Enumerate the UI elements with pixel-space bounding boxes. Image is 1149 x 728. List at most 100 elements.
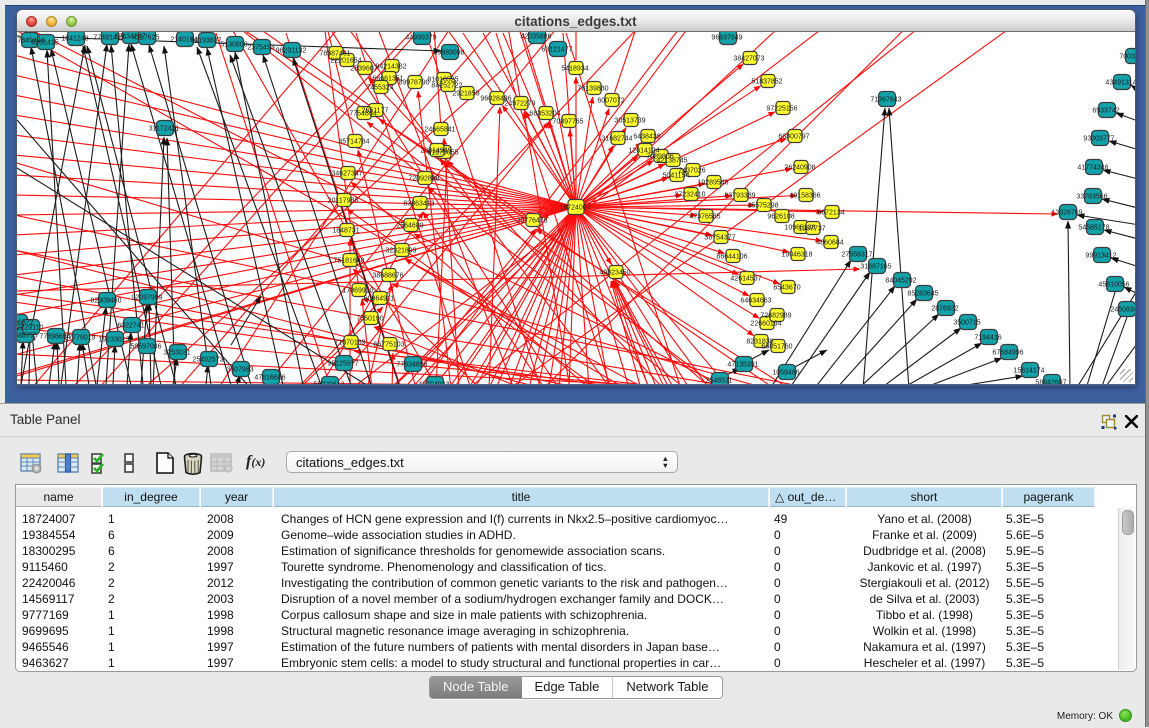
svg-text:84045292: 84045292	[885, 277, 916, 284]
svg-text:7003042: 7003042	[1119, 53, 1135, 60]
svg-text:2229110: 2229110	[17, 324, 43, 331]
svg-text:64193837: 64193837	[190, 37, 221, 44]
svg-text:54585178: 54585178	[1078, 224, 1109, 231]
svg-text:31682744: 31682744	[601, 135, 632, 142]
svg-text:22660194: 22660194	[750, 320, 781, 327]
svg-text:1848731: 1848731	[332, 227, 359, 234]
svg-text:24972279: 24972279	[504, 100, 535, 107]
svg-text:2839607: 2839607	[350, 65, 377, 72]
svg-text:43704923: 43704923	[418, 381, 449, 384]
svg-text:5418934: 5418934	[561, 65, 588, 72]
svg-text:60864911: 60864911	[363, 295, 394, 302]
svg-text:68353204: 68353204	[529, 110, 560, 117]
svg-text:38427073: 38427073	[733, 55, 764, 62]
svg-text:2876932: 2876932	[931, 305, 958, 312]
svg-text:27778019: 27778019	[64, 334, 95, 341]
svg-text:38754377: 38754377	[704, 234, 735, 241]
svg-text:47135391: 47135391	[727, 361, 758, 368]
svg-text:43491314: 43491314	[1105, 79, 1135, 86]
svg-text:49823450: 49823450	[599, 269, 630, 276]
svg-text:5130808: 5130808	[220, 41, 247, 48]
svg-text:31687165: 31687165	[860, 263, 891, 270]
svg-text:24665841: 24665841	[424, 126, 455, 133]
svg-text:98231132: 98231132	[275, 47, 306, 54]
svg-text:45575298: 45575298	[747, 202, 778, 209]
svg-text:13326769: 13326769	[1051, 209, 1082, 216]
svg-text:7754864: 7754864	[349, 110, 376, 117]
svg-text:27232410: 27232410	[674, 191, 705, 198]
svg-text:18724007: 18724007	[559, 204, 590, 211]
svg-text:2564689: 2564689	[396, 222, 423, 229]
svg-text:42138745: 42138745	[656, 157, 687, 164]
svg-text:45810056: 45810056	[1098, 281, 1129, 288]
svg-text:97225156: 97225156	[766, 105, 797, 112]
svg-text:25492573: 25492573	[192, 356, 223, 363]
svg-text:2921859: 2921859	[452, 90, 479, 97]
svg-text:71070189: 71070189	[334, 339, 365, 346]
svg-text:4860684: 4860684	[816, 239, 843, 246]
svg-text:28814949: 28814949	[420, 147, 451, 154]
svg-text:66775103: 66775103	[373, 341, 404, 348]
svg-text:40158366: 40158366	[789, 192, 820, 199]
svg-text:99889098: 99889098	[433, 49, 464, 56]
svg-text:6022741: 6022741	[117, 322, 144, 329]
svg-text:1059486: 1059486	[772, 369, 799, 376]
svg-text:33763566: 33763566	[1076, 193, 1107, 200]
svg-text:7194416: 7194416	[974, 334, 1001, 341]
svg-text:19046318: 19046318	[781, 251, 812, 258]
svg-text:78139880: 78139880	[577, 85, 608, 92]
svg-text:38688676: 38688676	[372, 272, 403, 279]
svg-text:67684996: 67684996	[992, 349, 1023, 356]
svg-text:24508349: 24508349	[1110, 306, 1135, 313]
svg-text:51837852: 51837852	[751, 78, 782, 85]
svg-text:72682989: 72682989	[760, 312, 791, 319]
svg-text:42614537: 42614537	[730, 275, 761, 282]
svg-text:68800797: 68800797	[778, 133, 809, 140]
svg-text:9626108: 9626108	[767, 213, 794, 220]
svg-text:15614174: 15614174	[1013, 367, 1044, 374]
svg-text:7455324: 7455324	[366, 84, 393, 91]
svg-text:19233013: 19233013	[98, 336, 129, 343]
svg-text:75181648: 75181648	[333, 257, 364, 264]
svg-text:58942697: 58942697	[1035, 379, 1066, 384]
svg-text:4117625: 4117625	[132, 34, 159, 41]
svg-text:44999379: 44999379	[405, 34, 436, 41]
svg-text:3607983: 3607983	[226, 366, 253, 373]
svg-text:77834855: 77834855	[396, 361, 427, 368]
svg-text:63121477: 63121477	[541, 46, 572, 53]
svg-text:72092888: 72092888	[408, 175, 439, 182]
svg-text:83793389: 83793389	[724, 192, 755, 199]
svg-text:3500715: 3500715	[953, 319, 980, 326]
svg-text:27558317: 27558317	[841, 251, 872, 258]
svg-text:30776478: 30776478	[516, 217, 547, 224]
svg-text:19289546: 19289546	[697, 179, 728, 186]
svg-text:84252722: 84252722	[431, 82, 462, 89]
svg-text:32321899: 32321899	[385, 247, 416, 254]
svg-text:92097999: 92097999	[131, 294, 162, 301]
svg-text:6261415: 6261415	[31, 39, 58, 46]
svg-text:64634663: 64634663	[740, 297, 771, 304]
svg-text:42035886: 42035886	[520, 33, 551, 40]
svg-text:56020613: 56020613	[313, 381, 344, 384]
svg-text:8688755: 8688755	[17, 332, 38, 339]
svg-text:35714784: 35714784	[338, 138, 369, 145]
svg-text:47816686: 47816686	[254, 374, 285, 381]
svg-text:86644106: 86644106	[716, 253, 747, 260]
svg-text:82909480: 82909480	[90, 297, 121, 304]
svg-text:66851760: 66851760	[761, 343, 792, 350]
svg-text:6672134: 6672134	[817, 209, 844, 216]
svg-text:34627347: 34627347	[331, 170, 362, 177]
svg-text:6007072: 6007072	[597, 97, 624, 104]
svg-text:99913412: 99913412	[1085, 252, 1116, 259]
svg-text:2437026: 2437026	[678, 167, 705, 174]
svg-text:31172421: 31172421	[148, 125, 179, 132]
svg-text:7550190: 7550190	[356, 315, 383, 322]
svg-text:6543670: 6543670	[773, 284, 800, 291]
svg-text:6933742: 6933742	[1092, 107, 1119, 114]
svg-text:94214382: 94214382	[375, 63, 406, 70]
svg-text:3253031: 3253031	[163, 349, 190, 356]
svg-text:47376585: 47376585	[689, 213, 720, 220]
svg-text:83863413: 83863413	[403, 200, 434, 207]
svg-text:89978790: 89978790	[398, 79, 429, 86]
svg-text:1841248: 1841248	[61, 35, 88, 42]
